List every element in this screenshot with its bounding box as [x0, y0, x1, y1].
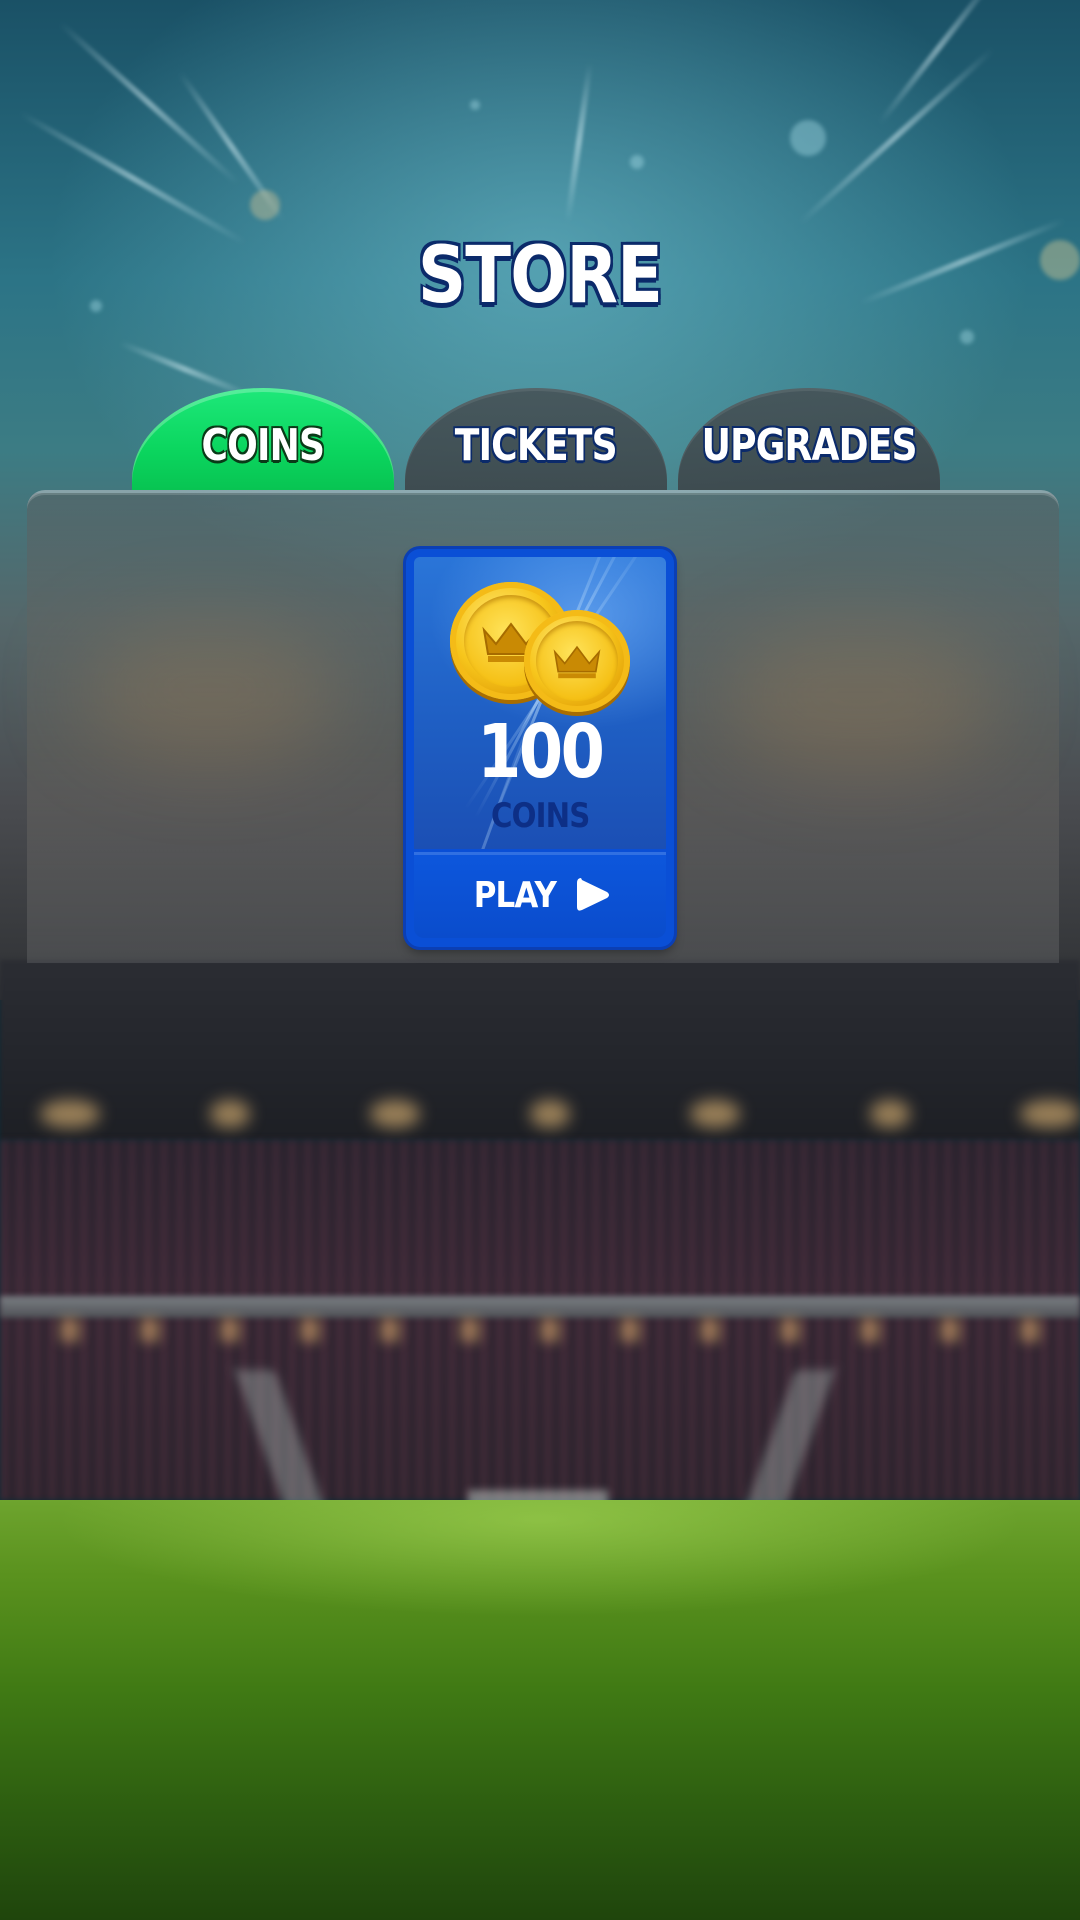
- coin-amount: 100: [477, 709, 605, 795]
- tab-coins[interactable]: COINS: [132, 388, 394, 490]
- play-icon: [576, 878, 609, 911]
- store-tabs: COINS TICKETS UPGRADES: [132, 388, 942, 490]
- coin-unit-label: COINS: [490, 796, 590, 836]
- play-button[interactable]: PLAY: [414, 852, 666, 938]
- gold-coins-icon: [448, 580, 638, 715]
- page-title: STORE: [417, 231, 663, 321]
- tab-tickets-label: TICKETS: [455, 419, 618, 471]
- play-button-label: PLAY: [473, 874, 557, 916]
- tab-coins-label: COINS: [201, 419, 325, 471]
- tab-tickets[interactable]: TICKETS: [405, 388, 667, 490]
- pitch: [0, 1500, 1080, 1920]
- tab-upgrades[interactable]: UPGRADES: [678, 388, 940, 490]
- tab-upgrades-label: UPGRADES: [701, 419, 917, 471]
